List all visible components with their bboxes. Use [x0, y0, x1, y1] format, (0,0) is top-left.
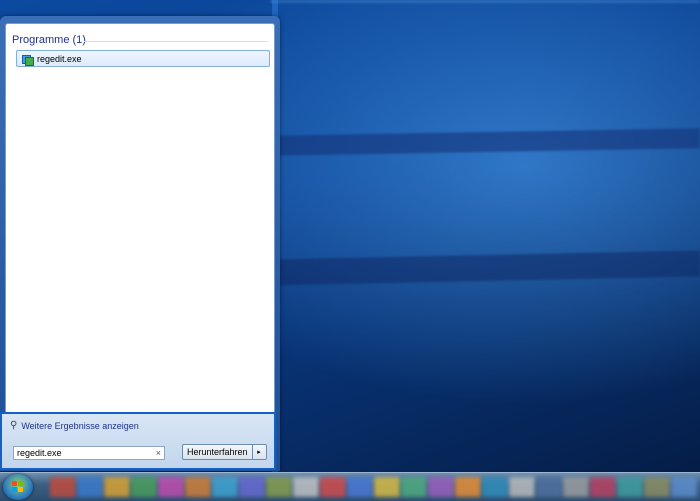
taskbar-app-icon[interactable]: [185, 477, 211, 497]
taskbar-app-icon[interactable]: [563, 477, 589, 497]
taskbar-app-icon[interactable]: [401, 477, 427, 497]
search-input[interactable]: regedit.exe ×: [13, 446, 165, 460]
windows-logo-icon: [12, 481, 24, 493]
taskbar-app-icon[interactable]: [671, 477, 697, 497]
light-beam: [270, 250, 700, 286]
results-group-header: Programme (1): [12, 34, 86, 46]
more-results-label: Weitere Ergebnisse anzeigen: [21, 420, 139, 431]
group-divider: [84, 41, 268, 42]
taskbar-app-icon[interactable]: [509, 477, 535, 497]
taskbar-app-icon[interactable]: [347, 477, 373, 497]
taskbar: [0, 472, 700, 501]
taskbar-app-icon[interactable]: [266, 477, 292, 497]
start-button[interactable]: [3, 474, 33, 500]
taskbar-app-icon[interactable]: [104, 477, 130, 497]
taskbar-app-icon[interactable]: [77, 477, 103, 497]
search-icon: ⚲: [10, 420, 18, 431]
taskbar-app-icon[interactable]: [158, 477, 184, 497]
taskbar-app-icon[interactable]: [590, 477, 616, 497]
result-item-label: regedit.exe: [37, 53, 82, 64]
clear-icon[interactable]: ×: [156, 448, 161, 458]
search-input-value: regedit.exe: [17, 448, 62, 458]
taskbar-app-icon[interactable]: [50, 477, 76, 497]
regedit-icon: [21, 53, 34, 66]
search-bottom-pane: ⚲ Weitere Ergebnisse anzeigen regedit.ex…: [0, 412, 276, 470]
search-results-pane: Programme (1) regedit.exe: [5, 23, 275, 414]
shutdown-options-arrow-icon[interactable]: ▸: [251, 444, 267, 460]
taskbar-app-icon[interactable]: [617, 477, 643, 497]
shutdown-button[interactable]: Herunterfahren: [182, 444, 252, 460]
taskbar-app-icon[interactable]: [455, 477, 481, 497]
more-results-link[interactable]: ⚲ Weitere Ergebnisse anzeigen: [10, 420, 139, 431]
taskbar-app-icon[interactable]: [131, 477, 157, 497]
light-beam: [270, 128, 700, 156]
result-item-regedit[interactable]: regedit.exe: [16, 50, 270, 67]
light-beam: [270, 0, 700, 3]
taskbar-app-icon[interactable]: [212, 477, 238, 497]
taskbar-app-icon[interactable]: [644, 477, 670, 497]
taskbar-app-icon[interactable]: [320, 477, 346, 497]
taskbar-app-icon[interactable]: [536, 477, 562, 497]
start-menu: Programme (1) regedit.exe ⚲ Weitere Erge…: [0, 16, 280, 471]
taskbar-app-icon[interactable]: [374, 477, 400, 497]
taskbar-app-icon[interactable]: [428, 477, 454, 497]
taskbar-app-icon[interactable]: [293, 477, 319, 497]
shutdown-group: Herunterfahren ▸: [182, 444, 267, 460]
taskbar-app-icon[interactable]: [239, 477, 265, 497]
taskbar-app-icon[interactable]: [482, 477, 508, 497]
